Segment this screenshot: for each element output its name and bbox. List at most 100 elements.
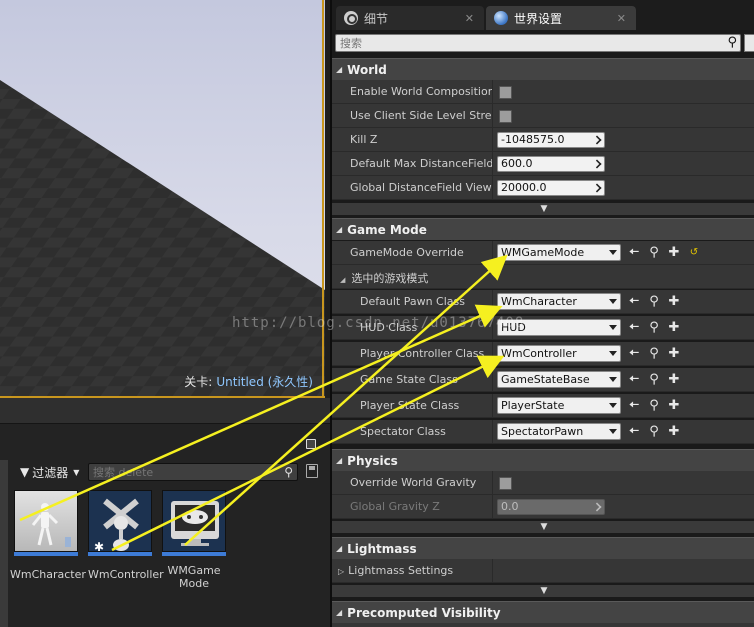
asset-name: WmCharacter bbox=[10, 568, 86, 581]
drag-handle-icon bbox=[592, 183, 602, 193]
lock-icon[interactable] bbox=[306, 439, 316, 449]
property-label: ▷ Lightmass Settings bbox=[338, 564, 454, 577]
expand-advanced-lightmass[interactable]: ▼ bbox=[332, 585, 754, 597]
world-icon bbox=[494, 11, 508, 25]
asset-type-bar bbox=[162, 552, 226, 556]
row-max-df: Default Max DistanceField Occlusion Dist… bbox=[332, 152, 754, 176]
browse-search-icon[interactable]: ⚲ bbox=[646, 398, 662, 414]
reset-icon[interactable]: ↺ bbox=[686, 245, 702, 261]
use-selected-arrow-icon[interactable]: 🠤 bbox=[626, 245, 642, 261]
add-icon[interactable]: ✚ bbox=[666, 398, 682, 414]
expand-advanced-physics[interactable]: ▼ bbox=[332, 521, 754, 533]
property-label: Global Gravity Z bbox=[350, 500, 440, 513]
level-viewport[interactable]: 关卡: Untitled (永久性) bbox=[0, 0, 325, 398]
svg-text:✱: ✱ bbox=[94, 540, 104, 552]
property-label: Game State Class bbox=[360, 373, 458, 386]
folder-rail[interactable] bbox=[0, 460, 8, 627]
add-icon[interactable]: ✚ bbox=[666, 346, 682, 362]
override-gravity-checkbox[interactable] bbox=[499, 477, 512, 490]
search-icon[interactable]: ⚲ bbox=[284, 465, 293, 479]
content-browser: ▼ 过滤器 ▼ ⚲ WmCharacter bbox=[0, 424, 330, 627]
use-selected-arrow-icon[interactable]: 🠤 bbox=[626, 398, 642, 414]
row-use-client-side: Use Client Side Level Streaming Volumes bbox=[332, 104, 754, 128]
player-controller-dropdown[interactable]: WmController bbox=[497, 345, 621, 362]
default-pawn-dropdown[interactable]: WmCharacter bbox=[497, 293, 621, 310]
asset-type-bar bbox=[88, 552, 152, 556]
asset-search-box[interactable]: ⚲ bbox=[88, 463, 298, 481]
tab-details[interactable]: 细节 ✕ bbox=[336, 6, 484, 30]
browse-search-icon[interactable]: ⚲ bbox=[646, 294, 662, 310]
property-label: Override World Gravity bbox=[350, 476, 477, 489]
close-icon[interactable]: ✕ bbox=[617, 12, 626, 25]
player-state-dropdown[interactable]: PlayerState bbox=[497, 397, 621, 414]
row-spectator: Spectator Class SpectatorPawn 🠤 ⚲ ✚ bbox=[332, 420, 754, 444]
section-lightmass[interactable]: ◢ Lightmass bbox=[332, 537, 754, 559]
drag-handle-icon bbox=[592, 159, 602, 169]
row-player-controller: Player Controller Class WmController 🠤 ⚲… bbox=[332, 342, 754, 366]
add-icon[interactable]: ✚ bbox=[666, 294, 682, 310]
browse-search-icon[interactable]: ⚲ bbox=[646, 372, 662, 388]
asset-search-input[interactable] bbox=[89, 464, 269, 480]
chevron-down-icon bbox=[609, 351, 617, 356]
use-selected-arrow-icon[interactable]: 🠤 bbox=[626, 346, 642, 362]
save-icon[interactable] bbox=[306, 464, 318, 478]
browse-search-icon[interactable]: ⚲ bbox=[646, 346, 662, 362]
spectator-dropdown[interactable]: SpectatorPawn bbox=[497, 423, 621, 440]
chevron-down-icon bbox=[609, 403, 617, 408]
section-precomputed-visibility[interactable]: ◢ Precomputed Visibility bbox=[332, 601, 754, 623]
add-icon[interactable]: ✚ bbox=[666, 372, 682, 388]
level-label-value[interactable]: Untitled (永久性) bbox=[216, 375, 313, 389]
gamemode-override-dropdown[interactable]: WMGameMode bbox=[497, 244, 621, 261]
game-state-dropdown[interactable]: GameStateBase bbox=[497, 371, 621, 388]
browse-search-icon[interactable]: ⚲ bbox=[646, 424, 662, 440]
search-icon[interactable]: ⚲ bbox=[727, 35, 737, 50]
expand-arrow-icon: ▷ bbox=[338, 567, 345, 576]
row-kill-z: Kill Z -1048575.0 bbox=[332, 128, 754, 152]
use-selected-arrow-icon[interactable]: 🠤 bbox=[626, 372, 642, 388]
property-label: Default Pawn Class bbox=[360, 295, 465, 308]
kill-z-input[interactable]: -1048575.0 bbox=[497, 132, 605, 148]
tab-label: 细节 bbox=[364, 11, 389, 26]
browse-search-icon[interactable]: ⚲ bbox=[646, 320, 662, 336]
add-icon[interactable]: ✚ bbox=[666, 424, 682, 440]
property-search-box[interactable]: ⚲ bbox=[335, 34, 741, 52]
details-icon bbox=[344, 11, 358, 25]
collapse-arrow-icon: ◢ bbox=[336, 456, 343, 465]
expand-advanced-world[interactable]: ▼ bbox=[332, 203, 754, 215]
use-selected-arrow-icon[interactable]: 🠤 bbox=[626, 424, 642, 440]
section-physics[interactable]: ◢ Physics bbox=[332, 449, 754, 471]
use-selected-arrow-icon[interactable]: 🠤 bbox=[626, 294, 642, 310]
enable-world-composition-checkbox[interactable] bbox=[499, 86, 512, 99]
use-selected-arrow-icon[interactable]: 🠤 bbox=[626, 320, 642, 336]
property-search-input[interactable] bbox=[336, 35, 706, 51]
add-icon[interactable]: ✚ bbox=[666, 245, 682, 261]
row-override-gravity: Override World Gravity bbox=[332, 471, 754, 495]
browse-search-icon[interactable]: ⚲ bbox=[646, 245, 662, 261]
use-client-side-checkbox[interactable] bbox=[499, 110, 512, 123]
row-default-pawn: Default Pawn Class WmCharacter 🠤 ⚲ ✚ bbox=[332, 290, 754, 314]
tab-world-settings[interactable]: 世界设置 ✕ bbox=[486, 6, 636, 30]
property-label: Kill Z bbox=[350, 133, 378, 146]
section-game-mode[interactable]: ◢ Game Mode bbox=[332, 218, 754, 240]
asset-name: WMGame Mode bbox=[167, 564, 221, 590]
controller-icon: ✱ bbox=[88, 490, 152, 552]
collapse-arrow-icon: ◢ bbox=[336, 65, 343, 74]
subhead-selected-gamemode[interactable]: ◢ 选中的游戏模式 bbox=[332, 265, 754, 289]
close-icon[interactable]: ✕ bbox=[465, 12, 474, 25]
filter-button[interactable]: ▼ 过滤器 ▼ bbox=[16, 462, 83, 482]
asset-tile-wmgamemode[interactable]: WMGame Mode bbox=[162, 490, 228, 590]
collapse-arrow-icon: ◢ bbox=[336, 544, 343, 553]
section-title: Lightmass bbox=[347, 541, 417, 556]
panel-splitter[interactable] bbox=[0, 398, 330, 424]
add-icon[interactable]: ✚ bbox=[666, 320, 682, 336]
property-label: HUD Class bbox=[360, 321, 418, 334]
hud-class-dropdown[interactable]: HUD bbox=[497, 319, 621, 336]
max-df-input[interactable]: 600.0 bbox=[497, 156, 605, 172]
row-lightmass-settings[interactable]: ▷ Lightmass Settings bbox=[332, 559, 754, 583]
section-world[interactable]: ◢ World bbox=[332, 58, 754, 80]
drag-handle-icon bbox=[592, 502, 602, 512]
asset-tile-wmcharacter[interactable]: WmCharacter bbox=[10, 490, 86, 581]
view-options-icon[interactable] bbox=[744, 34, 754, 52]
asset-tile-wmcontroller[interactable]: ✱ WmController bbox=[88, 490, 164, 581]
global-df-input[interactable]: 20000.0 bbox=[497, 180, 605, 196]
